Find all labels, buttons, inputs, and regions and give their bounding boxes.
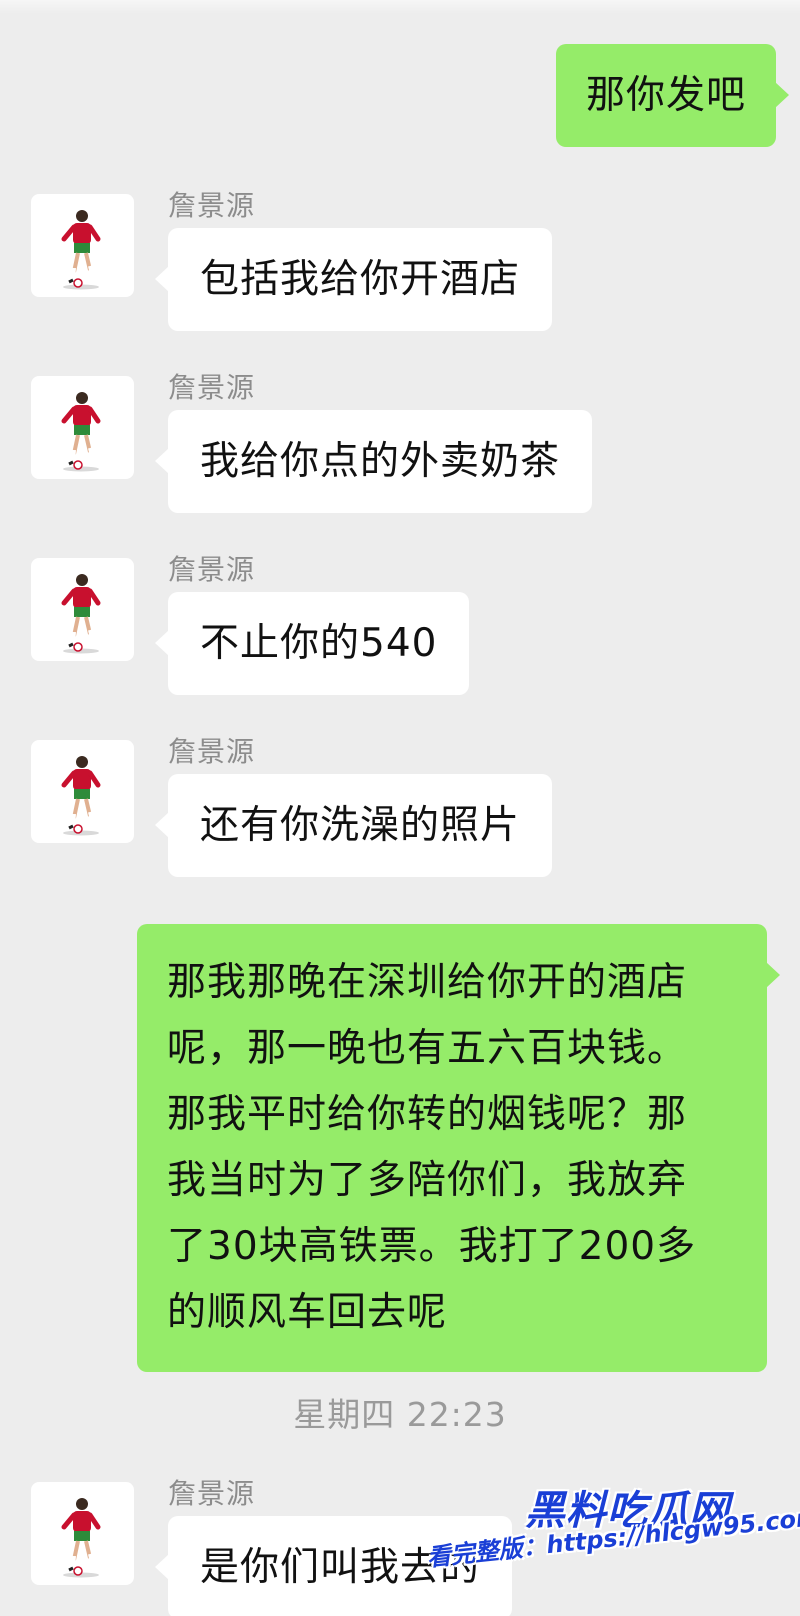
sender-name: 詹景源: [168, 189, 256, 222]
incoming-message-bubble[interactable]: 不止你的540: [154, 592, 470, 695]
message-text: 包括我给你开酒店: [200, 256, 521, 302]
soccer-player-icon: [61, 392, 101, 472]
message-line: 那我那晚在深圳给你开的酒店: [167, 960, 688, 1005]
soccer-player-icon: [61, 756, 101, 836]
soccer-player-icon: [61, 1498, 101, 1578]
sender-name: 詹景源: [168, 1477, 256, 1510]
message-line: 那我平时给你转的烟钱呢？那: [167, 1092, 688, 1137]
watermark: 黑料吃瓜网 看完整版：https://hlcgw95.com: [425, 1476, 800, 1616]
top-edge: [0, 0, 800, 14]
contact-avatar[interactable]: [31, 1482, 134, 1585]
message-text: 还有你洗澡的照片: [200, 802, 521, 848]
contact-avatar[interactable]: [31, 376, 134, 479]
message-line: 的顺风车回去呢: [167, 1290, 448, 1335]
incoming-message-bubble[interactable]: 还有你洗澡的照片: [154, 774, 553, 877]
message-line: 了30块高铁票。我打了200多: [167, 1224, 697, 1269]
message-line: 呢，那一晚也有五六百块钱。: [167, 1026, 688, 1071]
outgoing-message-bubble[interactable]: 那你发吧: [556, 44, 790, 147]
soccer-player-icon: [61, 210, 101, 290]
contact-avatar[interactable]: [31, 558, 134, 661]
incoming-message-bubble[interactable]: 我给你点的外卖奶茶: [154, 410, 593, 513]
message-text: 我给你点的外卖奶茶: [200, 438, 561, 484]
sender-name: 詹景源: [168, 553, 256, 586]
soccer-player-icon: [61, 574, 101, 654]
outgoing-message-bubble[interactable]: 那我那晚在深圳给你开的酒店 呢，那一晚也有五六百块钱。 那我平时给你转的烟钱呢？…: [137, 924, 780, 1372]
message-text: 那你发吧: [586, 72, 747, 118]
incoming-message-bubble[interactable]: 包括我给你开酒店: [154, 228, 553, 331]
contact-avatar[interactable]: [31, 194, 134, 297]
message-text: 不止你的540: [200, 620, 438, 666]
chat-screen: 那你发吧 詹景源 包括我给你开酒店 詹景源 我给你点的外卖奶茶 詹景源 不止你的…: [0, 0, 800, 1616]
contact-avatar[interactable]: [31, 740, 134, 843]
time-divider: 星期四 22:23: [293, 1395, 507, 1434]
sender-name: 詹景源: [168, 735, 256, 768]
message-line: 我当时为了多陪你们，我放弃: [167, 1158, 688, 1203]
sender-name: 詹景源: [168, 371, 256, 404]
